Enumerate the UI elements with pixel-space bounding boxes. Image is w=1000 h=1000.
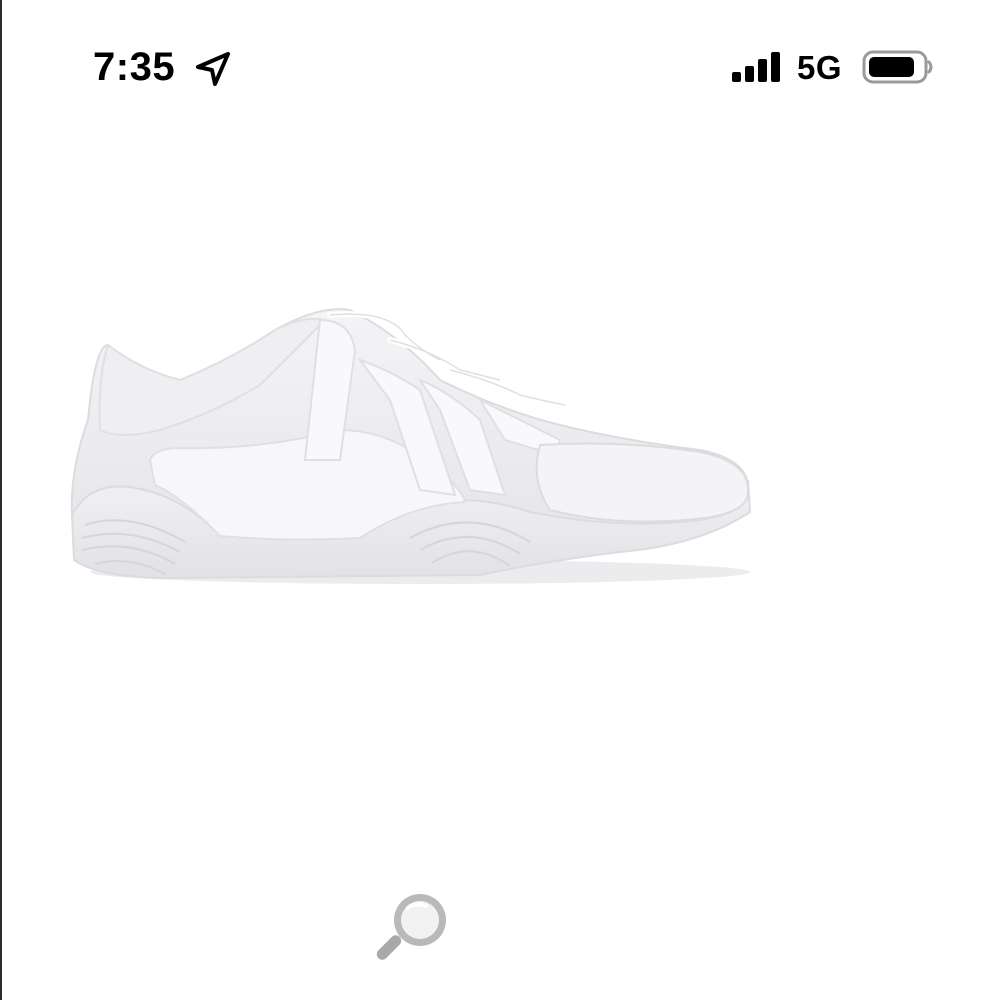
network-type: 5G [797,49,843,86]
status-time: 7:35 [93,45,176,89]
cellular-signal-icon [732,52,780,82]
product-image [70,308,752,584]
status-bar: 7:35 5G [0,0,1000,130]
location-arrow-icon [196,52,230,86]
battery-icon [862,50,933,84]
screen-edge [0,0,2,1000]
magnifier-icon[interactable] [366,886,454,974]
